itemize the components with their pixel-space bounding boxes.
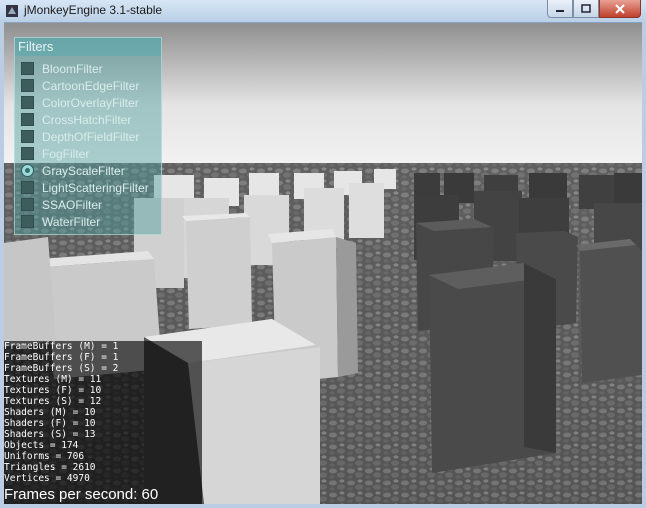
stat-line: Vertices = 4970	[4, 473, 90, 484]
filter-item[interactable]: GrayScaleFilter	[15, 162, 165, 179]
filter-item[interactable]: WaterFilter	[15, 213, 165, 230]
filter-label: ColorOverlayFilter	[42, 95, 139, 110]
jme-app-icon	[6, 5, 18, 17]
filter-item[interactable]: CartoonEdgeFilter	[15, 77, 165, 94]
filter-checkbox[interactable]	[21, 164, 34, 177]
filter-checkbox[interactable]	[21, 79, 34, 92]
stat-line: Uniforms = 706	[4, 451, 85, 462]
stat-line: Triangles = 2610	[4, 462, 96, 473]
window-title: jMonkeyEngine 3.1-stable	[24, 3, 163, 17]
filters-panel-title: Filters	[15, 38, 161, 56]
stat-line: FrameBuffers (M) = 1	[4, 341, 119, 352]
filter-item[interactable]: SSAOFilter	[15, 196, 165, 213]
filter-label: GrayScaleFilter	[42, 163, 125, 178]
filter-label: LightScatteringFilter	[42, 180, 149, 195]
stat-line: Shaders (M) = 10	[4, 407, 96, 418]
render-viewport[interactable]: Filters BloomFilter CartoonEdgeFilter Colo…	[4, 23, 642, 504]
window-controls	[547, 0, 641, 18]
filter-item[interactable]: FogFilter	[15, 145, 165, 162]
filter-label: SSAOFilter	[42, 197, 103, 212]
app-window: jMonkeyEngine 3.1-stable Filters BloomFi…	[0, 0, 646, 508]
filter-item[interactable]: LightScatteringFilter	[15, 179, 165, 196]
filter-checkbox[interactable]	[21, 147, 34, 160]
window-frame-right	[642, 22, 646, 508]
filter-label: CartoonEdgeFilter	[42, 78, 140, 93]
fps-counter: Frames per second: 60	[4, 486, 159, 503]
title-bar[interactable]: jMonkeyEngine 3.1-stable	[0, 0, 646, 23]
stat-line: Shaders (F) = 10	[4, 418, 96, 429]
filter-label: CrossHatchFilter	[42, 112, 132, 127]
stat-line: FrameBuffers (F) = 1	[4, 352, 119, 363]
minimize-button[interactable]	[547, 0, 573, 18]
stat-line: Textures (F) = 10	[4, 385, 102, 396]
close-icon	[615, 3, 625, 14]
close-button[interactable]	[599, 0, 641, 18]
window-frame-bottom	[0, 504, 646, 508]
maximize-button[interactable]	[573, 0, 599, 18]
filters-panel: Filters BloomFilter CartoonEdgeFilter Colo…	[14, 37, 162, 235]
filter-checkbox[interactable]	[21, 130, 34, 143]
stat-line: Shaders (S) = 13	[4, 429, 96, 440]
minimize-icon	[556, 9, 564, 12]
filter-item[interactable]: ColorOverlayFilter	[15, 94, 165, 111]
filter-item[interactable]: CrossHatchFilter	[15, 111, 165, 128]
maximize-icon	[581, 3, 591, 13]
filter-label: BloomFilter	[42, 61, 103, 76]
stat-line: Textures (S) = 12	[4, 396, 102, 407]
filter-item[interactable]: DepthOfFieldFilter	[15, 128, 165, 145]
filter-checkbox[interactable]	[21, 198, 34, 211]
filter-checkbox[interactable]	[21, 113, 34, 126]
filter-label: DepthOfFieldFilter	[42, 129, 140, 144]
stat-line: Textures (M) = 11	[4, 374, 102, 385]
filter-label: WaterFilter	[42, 214, 101, 229]
filter-checkbox[interactable]	[21, 215, 34, 228]
stat-line: Objects = 174	[4, 440, 79, 451]
filter-checkbox[interactable]	[21, 62, 34, 75]
filter-label: FogFilter	[42, 146, 90, 161]
filter-checkbox[interactable]	[21, 181, 34, 194]
filter-item[interactable]: BloomFilter	[15, 60, 165, 77]
stat-line: FrameBuffers (S) = 2	[4, 363, 119, 374]
filter-checkbox[interactable]	[21, 96, 34, 109]
